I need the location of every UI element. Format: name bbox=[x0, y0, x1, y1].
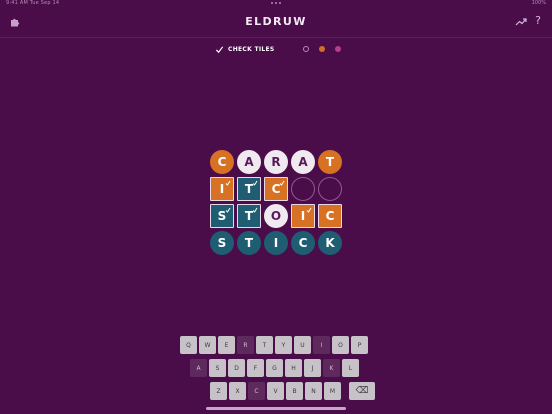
key-x[interactable]: X bbox=[229, 382, 246, 400]
mode-dot-orange[interactable] bbox=[319, 46, 325, 52]
key-i[interactable]: I bbox=[313, 336, 330, 354]
help-question-icon[interactable]: ? bbox=[533, 14, 543, 28]
tile[interactable]: T bbox=[237, 204, 261, 228]
tile-check-icon bbox=[279, 180, 285, 186]
tile[interactable]: S bbox=[210, 204, 234, 228]
key-u[interactable]: U bbox=[294, 336, 311, 354]
tile[interactable]: C bbox=[318, 204, 342, 228]
top-bar: ELDRUW ? bbox=[0, 9, 552, 38]
tile-check-icon bbox=[252, 207, 258, 213]
key-w[interactable]: W bbox=[199, 336, 216, 354]
key-j[interactable]: J bbox=[304, 359, 321, 377]
keyboard-row: Q W E R T Y U I O P bbox=[180, 336, 368, 354]
key-d[interactable]: D bbox=[228, 359, 245, 377]
key-f[interactable]: F bbox=[247, 359, 264, 377]
tile[interactable]: T bbox=[237, 177, 261, 201]
mode-dot-outline[interactable] bbox=[303, 46, 309, 52]
tile[interactable]: K bbox=[318, 231, 342, 255]
keyboard-row: A S D F G H J K L bbox=[190, 359, 359, 377]
home-indicator[interactable] bbox=[206, 407, 346, 410]
tile[interactable]: C bbox=[210, 150, 234, 174]
key-r[interactable]: R bbox=[237, 336, 254, 354]
board-row: C A R A T bbox=[210, 150, 343, 174]
key-v[interactable]: V bbox=[267, 382, 284, 400]
game-board: C A R A T I T C S T O I C S T I C K bbox=[210, 150, 343, 258]
status-bar: 9:41 AM Tue Sep 14 100% bbox=[0, 0, 552, 8]
key-g[interactable]: G bbox=[266, 359, 283, 377]
tile-check-icon bbox=[225, 207, 231, 213]
key-n[interactable]: N bbox=[305, 382, 322, 400]
tile[interactable]: C bbox=[291, 231, 315, 255]
key-c[interactable]: C bbox=[248, 382, 265, 400]
stats-trend-icon[interactable] bbox=[515, 17, 527, 27]
key-y[interactable]: Y bbox=[275, 336, 292, 354]
tile-check-icon bbox=[252, 180, 258, 186]
tile-empty[interactable] bbox=[291, 177, 315, 201]
tile[interactable]: T bbox=[318, 150, 342, 174]
tile[interactable]: I bbox=[291, 204, 315, 228]
toolbar: CHECK TILES bbox=[0, 42, 552, 56]
key-k[interactable]: K bbox=[323, 359, 340, 377]
tile[interactable]: O bbox=[264, 204, 288, 228]
key-s[interactable]: S bbox=[209, 359, 226, 377]
key-p[interactable]: P bbox=[351, 336, 368, 354]
key-h[interactable]: H bbox=[285, 359, 302, 377]
tile-check-icon bbox=[306, 207, 312, 213]
key-l[interactable]: L bbox=[342, 359, 359, 377]
key-a[interactable]: A bbox=[190, 359, 207, 377]
game-title: ELDRUW bbox=[245, 15, 307, 28]
tile-letter: I bbox=[219, 182, 225, 196]
board-row: S T I C K bbox=[210, 231, 343, 255]
status-time: 9:41 AM Tue Sep 14 bbox=[6, 0, 60, 6]
tile[interactable]: A bbox=[291, 150, 315, 174]
key-b[interactable]: B bbox=[286, 382, 303, 400]
status-battery: 100% bbox=[531, 0, 546, 6]
key-q[interactable]: Q bbox=[180, 336, 197, 354]
multitasking-indicator[interactable] bbox=[271, 2, 281, 4]
check-tiles-label: CHECK TILES bbox=[228, 45, 275, 53]
key-t[interactable]: T bbox=[256, 336, 273, 354]
tile[interactable]: T bbox=[237, 231, 261, 255]
tile[interactable]: R bbox=[264, 150, 288, 174]
tile[interactable]: C bbox=[264, 177, 288, 201]
check-tiles-button[interactable]: CHECK TILES bbox=[215, 42, 275, 56]
tile[interactable]: I bbox=[210, 177, 234, 201]
checkmark-icon bbox=[215, 45, 224, 53]
tile[interactable]: S bbox=[210, 231, 234, 255]
keyboard-row: Z X C V B N M ⌫ bbox=[210, 382, 375, 400]
board-row: I T C bbox=[210, 177, 343, 201]
key-z[interactable]: Z bbox=[210, 382, 227, 400]
key-o[interactable]: O bbox=[332, 336, 349, 354]
tile[interactable]: I bbox=[264, 231, 288, 255]
tile-letter: I bbox=[300, 209, 306, 223]
backspace-key[interactable]: ⌫ bbox=[349, 382, 375, 400]
key-m[interactable]: M bbox=[324, 382, 341, 400]
board-row: S T O I C bbox=[210, 204, 343, 228]
tile-empty[interactable] bbox=[318, 177, 342, 201]
tile[interactable]: A bbox=[237, 150, 261, 174]
key-e[interactable]: E bbox=[218, 336, 235, 354]
mode-dot-pink[interactable] bbox=[335, 46, 341, 52]
tile-check-icon bbox=[225, 180, 231, 186]
